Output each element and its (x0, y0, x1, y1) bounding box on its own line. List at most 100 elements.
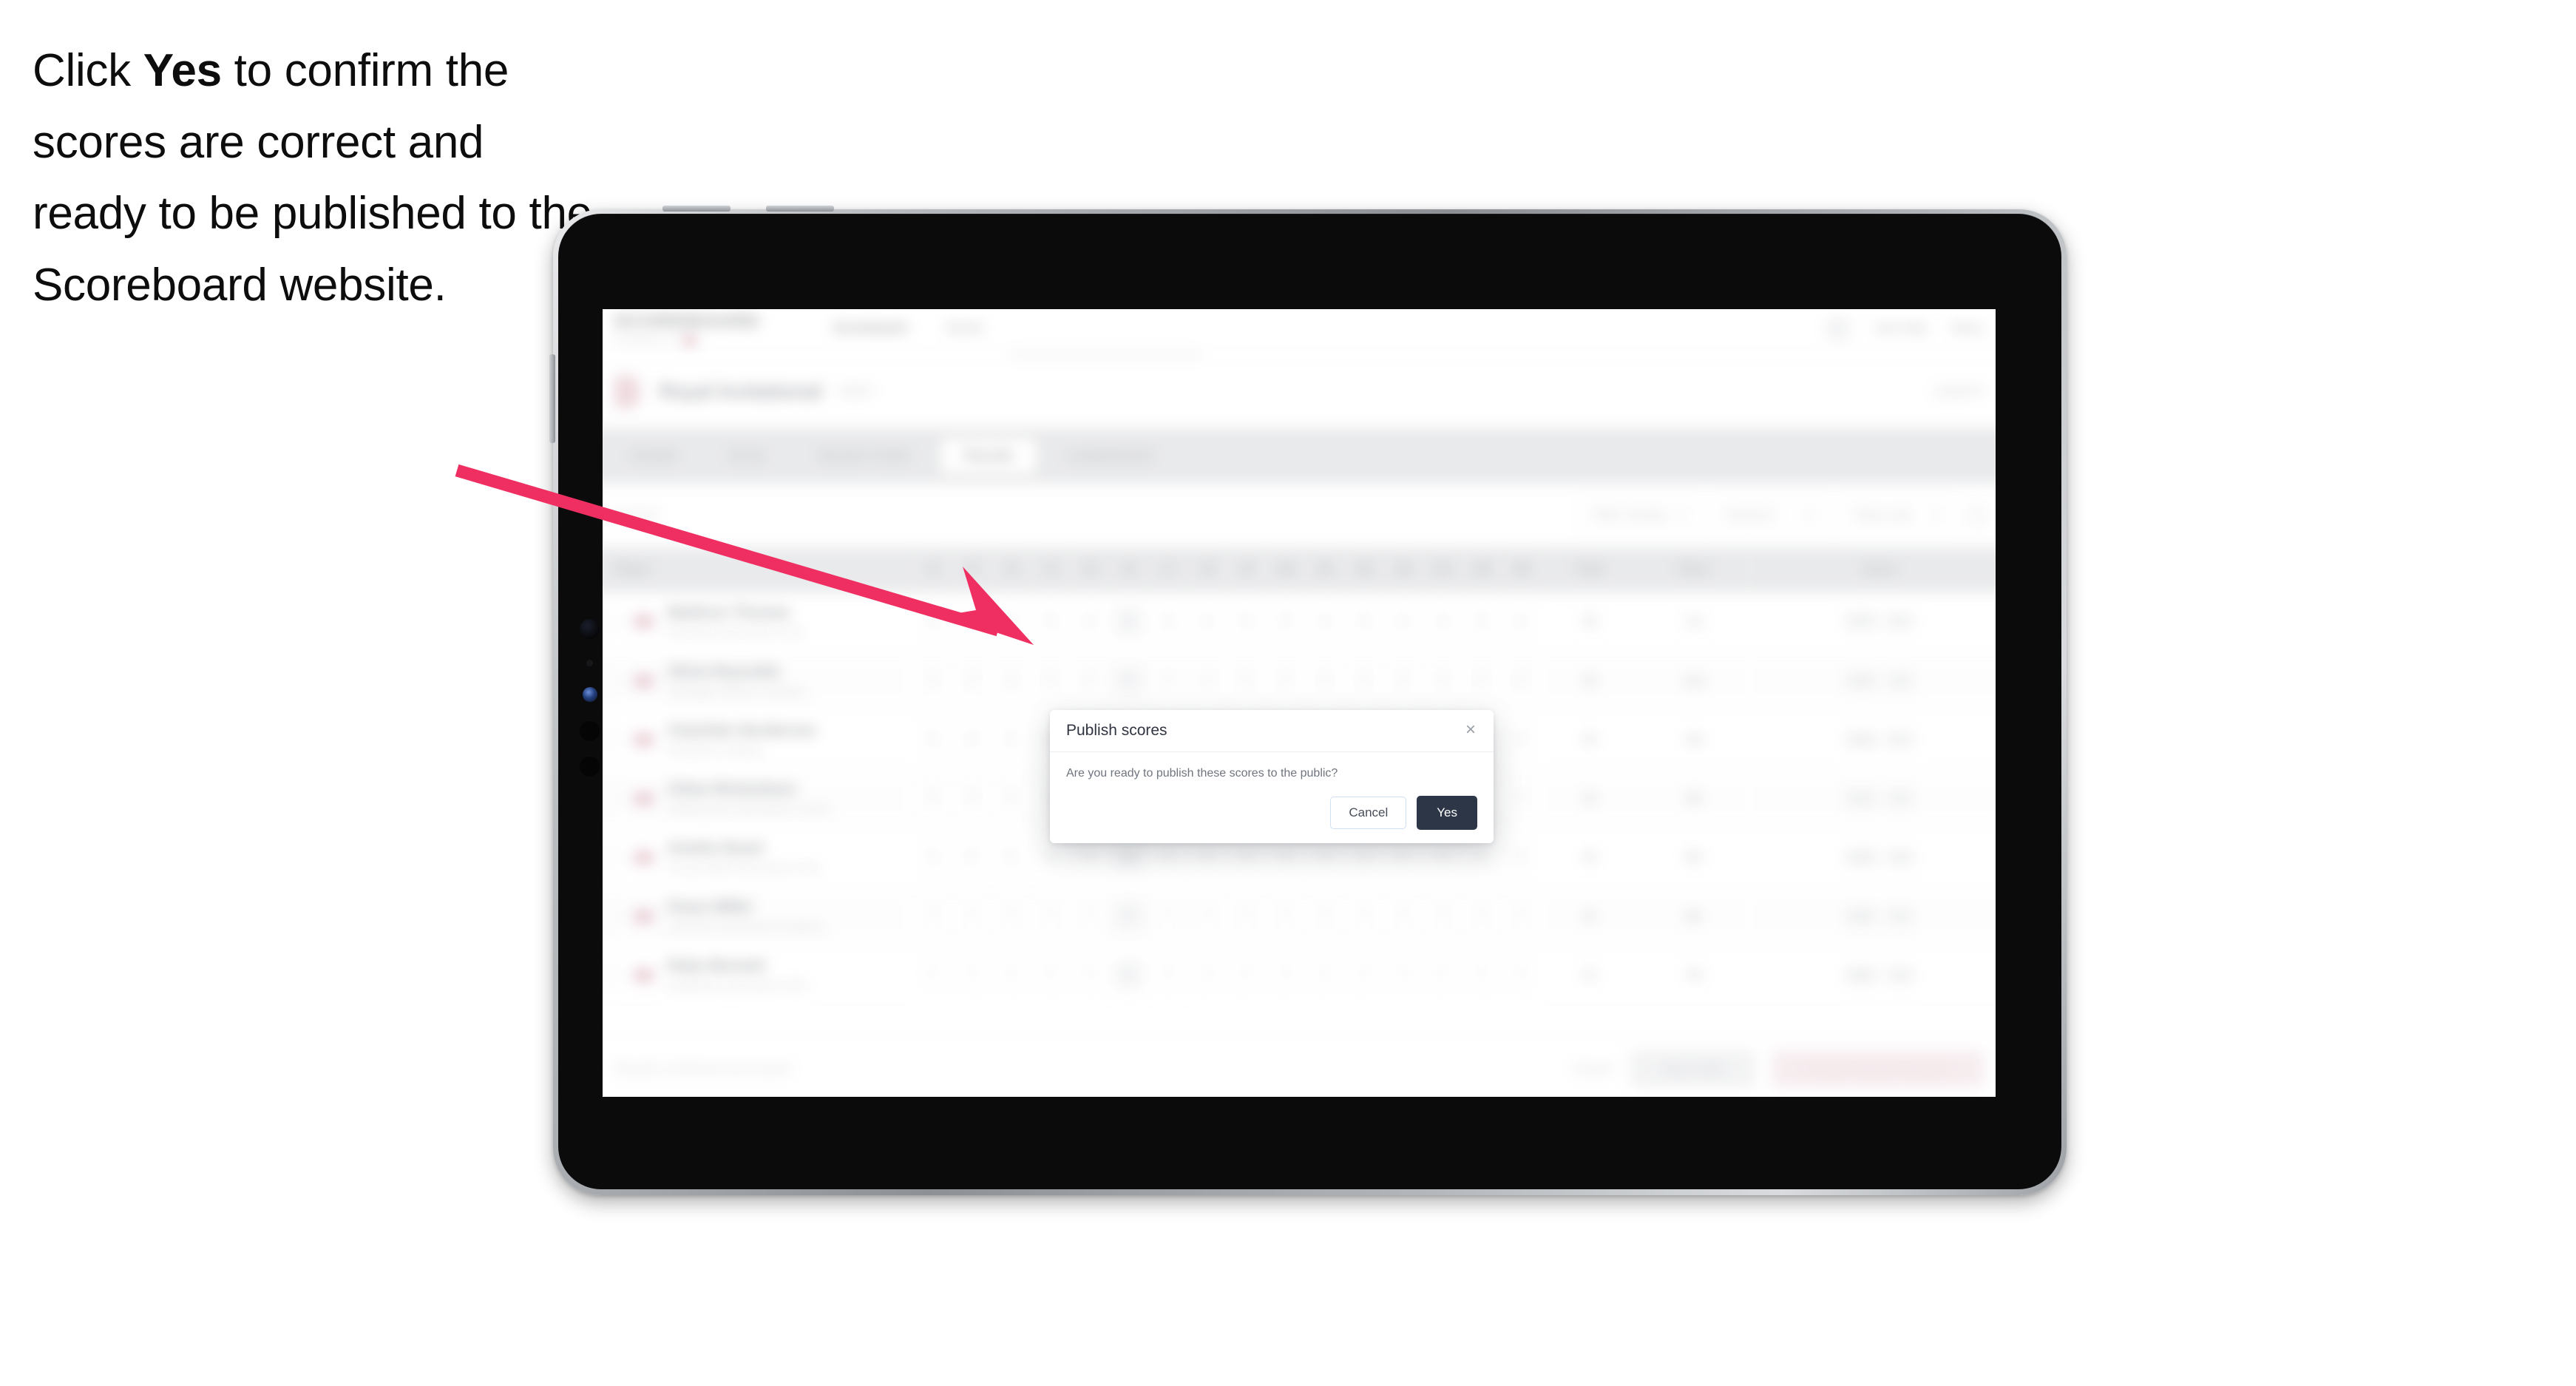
score-input[interactable]: 8 (1427, 842, 1458, 873)
score-input[interactable]: 9 (1270, 606, 1301, 637)
app-logo[interactable]: SCOREBOARD POWERED BY (614, 311, 760, 345)
table-row[interactable]: Ruby Bennett Eastbrook Gymnastics Club 7 7 7… (603, 945, 1996, 1004)
score-cell[interactable]: 7 (1462, 945, 1501, 1004)
score-input[interactable]: 7 (1349, 901, 1380, 932)
score-input[interactable]: 7 (1074, 959, 1105, 990)
score-input[interactable]: 9 (1192, 606, 1222, 637)
close-icon[interactable]: × (1460, 719, 1482, 741)
score-input[interactable]: 9 (1427, 606, 1458, 637)
score-input[interactable]: 7 (1192, 901, 1222, 932)
score-input[interactable]: 7 (1349, 959, 1380, 990)
col-j10[interactable]: J10 (1266, 547, 1306, 593)
score-cell[interactable]: 8 (1070, 652, 1109, 711)
score-cell[interactable]: 7 (952, 887, 992, 946)
col-j12[interactable]: J12 (1344, 547, 1384, 593)
score-input[interactable]: 8 (956, 783, 987, 814)
score-input[interactable]: 8 (1153, 666, 1183, 696)
score-cell[interactable]: 9 (1266, 592, 1305, 652)
score-cell[interactable]: 8 (913, 652, 952, 711)
score-input[interactable]: 8 (1035, 666, 1065, 696)
score-input[interactable]: 9 (1466, 606, 1497, 637)
score-input[interactable]: 8 (995, 842, 1026, 873)
score-input[interactable]: 7 (1035, 901, 1065, 932)
score-cell[interactable]: 7 (1187, 945, 1227, 1004)
score-cell[interactable]: 7 (1227, 945, 1266, 1004)
score-input[interactable]: 9 (1388, 606, 1419, 637)
save-draft-button[interactable]: Save draft (1630, 1050, 1755, 1088)
tablet-volume-down-button[interactable] (766, 206, 834, 212)
score-cell[interactable]: 8 (1109, 652, 1148, 711)
score-cell[interactable]: 8 (1501, 652, 1540, 711)
score-cell[interactable]: 9 (1031, 592, 1070, 652)
score-input[interactable]: 8 (1505, 666, 1536, 696)
score-input[interactable]: 8 (995, 724, 1026, 755)
score-cell[interactable]: 9 (1070, 592, 1109, 652)
score-input[interactable]: 9 (1505, 606, 1536, 637)
col-j14[interactable]: J14 (1423, 547, 1462, 593)
score-input[interactable]: 9 (1114, 842, 1144, 873)
row-checkbox[interactable] (603, 964, 621, 985)
table-row[interactable]: Grace Miller Lakeside Gymnastics Academy 7… (603, 886, 1996, 946)
row-checkbox[interactable] (603, 906, 621, 926)
col-place[interactable]: Place (1638, 547, 1749, 593)
score-input[interactable]: 8 (1192, 666, 1222, 696)
score-cell[interactable]: 7 (1344, 945, 1383, 1004)
nav-item-scoreboard[interactable]: Scoreboard (833, 320, 906, 336)
row-checkbox[interactable] (603, 847, 621, 868)
score-cell[interactable]: 9 (1305, 592, 1344, 652)
tab-leaderboard[interactable]: Leaderboard (1044, 438, 1175, 473)
score-input[interactable]: 9 (956, 606, 987, 637)
score-input[interactable]: 8 (1192, 842, 1222, 873)
score-input[interactable]: 8 (1035, 842, 1065, 873)
col-j1[interactable]: J1 (912, 547, 952, 593)
score-input[interactable]: 7 (956, 959, 987, 990)
score-input[interactable]: 7 (1153, 959, 1183, 990)
score-input[interactable]: 8 (1153, 842, 1183, 873)
score-input[interactable]: 7 (1270, 959, 1301, 990)
score-input[interactable]: 7 (1231, 901, 1261, 932)
row-checkbox[interactable] (603, 671, 621, 691)
row-checkbox[interactable] (603, 612, 621, 632)
filter-section-select[interactable]: Filter Section (1580, 498, 1701, 533)
score-input[interactable]: 9 (1035, 606, 1065, 637)
col-j11[interactable]: J11 (1305, 547, 1345, 593)
score-input[interactable]: 8 (917, 783, 948, 814)
publish-scores-button[interactable]: Publish scores to public (1772, 1050, 1984, 1088)
score-input[interactable]: 8 (1505, 842, 1536, 873)
score-cell[interactable]: 8 (1501, 769, 1540, 828)
score-input[interactable]: 7 (1427, 901, 1458, 932)
score-input[interactable]: 8 (1270, 666, 1301, 696)
score-cell[interactable]: 8 (913, 710, 952, 769)
score-input[interactable]: 7 (1231, 959, 1261, 990)
score-input[interactable]: 7 (1153, 901, 1183, 932)
score-cell[interactable]: 7 (1501, 945, 1540, 1004)
row-checkbox[interactable] (603, 729, 621, 750)
score-cell[interactable]: 7 (1423, 945, 1462, 1004)
score-input[interactable]: 7 (1505, 959, 1536, 990)
score-cell[interactable]: 7 (1383, 945, 1423, 1004)
score-cell[interactable]: 7 (1070, 887, 1109, 946)
tablet-volume-up-button[interactable] (662, 206, 731, 212)
score-input[interactable]: 9 (995, 606, 1026, 637)
score-input[interactable]: 8 (1074, 666, 1105, 696)
score-cell[interactable]: 9 (1501, 592, 1540, 652)
score-cell[interactable]: 7 (1070, 945, 1109, 1004)
score-input[interactable]: 8 (917, 842, 948, 873)
score-input[interactable]: 8 (1466, 842, 1497, 873)
score-input[interactable]: 7 (1466, 959, 1497, 990)
score-input[interactable]: 8 (1388, 666, 1419, 696)
score-cell[interactable]: 7 (992, 887, 1031, 946)
score-cell[interactable]: 8 (1383, 652, 1423, 711)
score-cell[interactable]: 7 (913, 887, 952, 946)
score-input[interactable]: 7 (1505, 901, 1536, 932)
score-cell[interactable]: 8 (1187, 652, 1227, 711)
col-j15[interactable]: J15 (1462, 547, 1502, 593)
score-input[interactable]: 7 (1466, 901, 1497, 932)
score-cell[interactable]: 8 (1462, 652, 1501, 711)
score-cell[interactable]: 8 (1501, 710, 1540, 769)
score-input[interactable]: 8 (1270, 842, 1301, 873)
col-j9[interactable]: J9 (1227, 547, 1267, 593)
table-row[interactable]: Madison Thomas Riverside Gymnastics Club 9… (603, 592, 1996, 652)
score-input[interactable]: 7 (1388, 959, 1419, 990)
score-cell[interactable]: 8 (952, 652, 992, 711)
